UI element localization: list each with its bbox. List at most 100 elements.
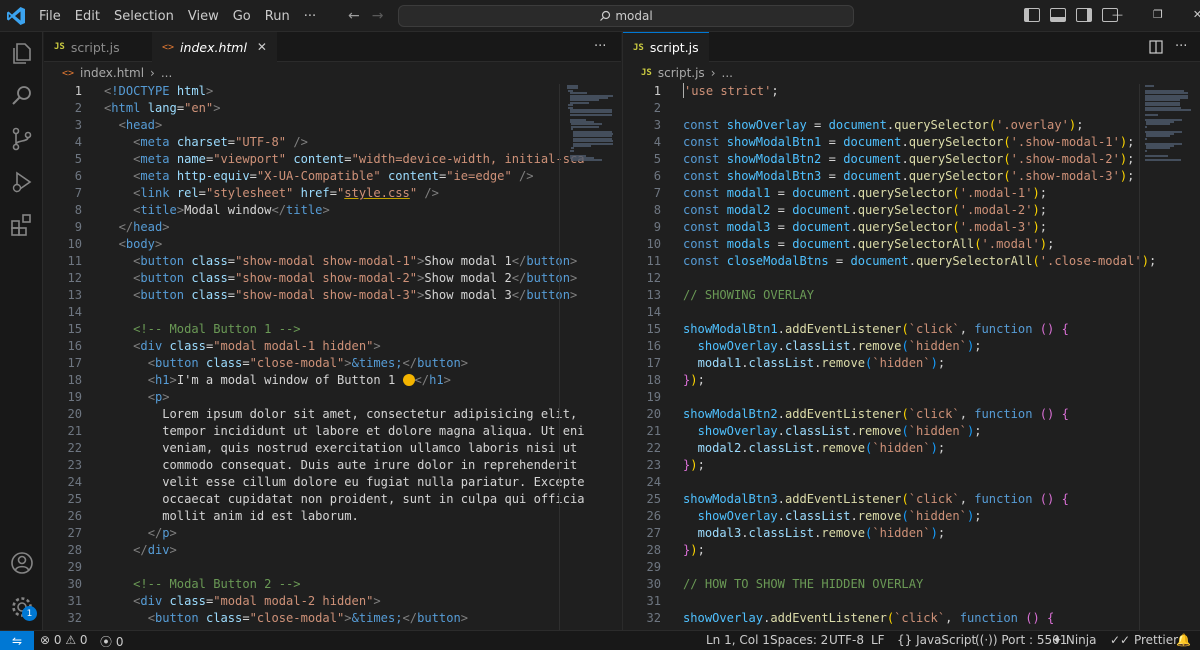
source-control-icon[interactable] xyxy=(9,126,35,152)
code-line[interactable]: 22 veniam, quis nostrud exercitation ull… xyxy=(44,440,621,457)
code-line[interactable]: 21 showOverlay.classList.remove(`hidden`… xyxy=(623,423,1200,440)
code-line[interactable]: 10 <body> xyxy=(44,236,621,253)
menu-view[interactable]: View xyxy=(188,9,219,24)
code-line[interactable]: 11 const closeModalBtns = document.queryS… xyxy=(623,253,1200,270)
code-line[interactable]: 21 tempor incididunt ut labore et dolore… xyxy=(44,423,621,440)
code-line[interactable]: 17 modal1.classList.remove(`hidden`); xyxy=(623,355,1200,372)
back-arrow-icon[interactable]: ← xyxy=(348,8,360,24)
code-line[interactable]: 6 const showModalBtn3 = document.querySel… xyxy=(623,168,1200,185)
code-line[interactable]: 29 xyxy=(623,559,1200,576)
prettier-status[interactable]: ✓✓ Prettier xyxy=(1110,633,1178,647)
end-of-line[interactable]: LF xyxy=(871,633,885,647)
code-line[interactable]: 5 const showModalBtn2 = document.querySel… xyxy=(623,151,1200,168)
code-line[interactable]: 20 showModalBtn2.addEventListener(`click`… xyxy=(623,406,1200,423)
minimap[interactable] xyxy=(1141,82,1199,182)
indentation[interactable]: Spaces: 2 xyxy=(770,633,828,647)
code-line[interactable]: 32 showOverlay.addEventListener(`click`, … xyxy=(623,610,1200,627)
breadcrumb-symbols[interactable]: ... xyxy=(722,66,733,80)
code-line[interactable]: 30 // HOW TO SHOW THE HIDDEN OVERLAY xyxy=(623,576,1200,593)
toggle-primary-sidebar-icon[interactable] xyxy=(1024,8,1040,22)
code-line[interactable]: 2 <html lang="en"> xyxy=(44,100,621,117)
code-line[interactable]: 27 modal3.classList.remove(`hidden`); xyxy=(623,525,1200,542)
menu-edit[interactable]: Edit xyxy=(75,9,100,24)
code-line[interactable]: 11 <button class="show-modal show-modal-… xyxy=(44,253,621,270)
account-icon[interactable] xyxy=(9,550,35,576)
restore-icon[interactable]: ❐ xyxy=(1153,8,1163,21)
code-line[interactable]: 9 </head> xyxy=(44,219,621,236)
code-line[interactable]: 17 <button class="close-modal">&times;</… xyxy=(44,355,621,372)
close-tab-icon[interactable]: ✕ xyxy=(257,40,267,54)
code-line[interactable]: 2 xyxy=(623,100,1200,117)
problems-indicator[interactable]: ⊗ 0 ⚠ 0 xyxy=(40,633,88,647)
code-line[interactable]: 31 <div class="modal modal-2 hidden"> xyxy=(44,593,621,610)
code-line[interactable]: 16 showOverlay.classList.remove(`hidden`… xyxy=(623,338,1200,355)
code-line[interactable]: 4 <meta charset="UTF-8" /> xyxy=(44,134,621,151)
tab-index-html[interactable]: <> index.html ✕ xyxy=(152,32,277,62)
menu-go[interactable]: Go xyxy=(233,9,251,24)
code-line[interactable]: 28}); xyxy=(623,542,1200,559)
code-line[interactable]: 1 <!DOCTYPE html> xyxy=(44,83,621,100)
menu-run[interactable]: Run xyxy=(265,9,290,24)
more-actions-icon[interactable]: ··· xyxy=(1175,39,1187,54)
code-line[interactable]: 25 showModalBtn3.addEventListener(`click`… xyxy=(623,491,1200,508)
menu-selection[interactable]: Selection xyxy=(114,9,174,24)
code-line[interactable]: 24 xyxy=(623,474,1200,491)
code-line[interactable]: 22 modal2.classList.remove(`hidden`); xyxy=(623,440,1200,457)
code-line[interactable]: 13 // SHOWING OVERLAY xyxy=(623,287,1200,304)
close-window-icon[interactable]: ✕ xyxy=(1193,8,1200,21)
menu-file[interactable]: File xyxy=(39,9,61,24)
code-line[interactable]: 15 <!-- Modal Button 1 --> xyxy=(44,321,621,338)
code-line[interactable]: 9 const modal3 = document.querySelector('… xyxy=(623,219,1200,236)
code-line[interactable]: 32 <button class="close-modal">&times;</… xyxy=(44,610,621,627)
explorer-icon[interactable] xyxy=(9,40,35,66)
code-line[interactable]: 5 <meta name="viewport" content="width=d… xyxy=(44,151,621,168)
remote-indicator-icon[interactable]: ⇋ xyxy=(0,631,34,650)
ports-indicator[interactable]: ⦿ 0 xyxy=(100,633,123,650)
code-line[interactable]: 13 <button class="show-modal show-modal-… xyxy=(44,287,621,304)
code-line[interactable]: 24 velit esse cillum dolore eu fugiat nu… xyxy=(44,474,621,491)
code-line[interactable]: 6 <meta http-equiv="X-UA-Compatible" con… xyxy=(44,168,621,185)
language-mode[interactable]: {} JavaScript xyxy=(897,633,976,647)
breadcrumb-symbols[interactable]: ... xyxy=(161,66,172,80)
run-and-debug-icon[interactable] xyxy=(9,169,35,195)
notifications-bell-icon[interactable]: 🔔 xyxy=(1176,633,1191,647)
code-line[interactable]: 3 <head> xyxy=(44,117,621,134)
code-line[interactable]: 15 showModalBtn1.addEventListener(`click`… xyxy=(623,321,1200,338)
minimize-icon[interactable]: — xyxy=(1112,8,1123,21)
code-line[interactable]: 31 xyxy=(623,593,1200,610)
code-line[interactable]: 27 </p> xyxy=(44,525,621,542)
code-line[interactable]: 8 <title>Modal window</title> xyxy=(44,202,621,219)
menu-more[interactable]: ··· xyxy=(304,9,316,24)
code-line[interactable]: 16 <div class="modal modal-1 hidden"> xyxy=(44,338,621,355)
cursor-position[interactable]: Ln 1, Col 1 xyxy=(706,633,770,647)
code-line[interactable]: 14 xyxy=(44,304,621,321)
code-line[interactable]: 28 </div> xyxy=(44,542,621,559)
code-line[interactable]: 20 Lorem ipsum dolor sit amet, consectet… xyxy=(44,406,621,423)
code-line[interactable]: 8 const modal2 = document.querySelector('… xyxy=(623,202,1200,219)
code-line[interactable]: 1 'use strict'; xyxy=(623,83,1200,100)
code-line[interactable]: 23}); xyxy=(623,457,1200,474)
code-editor-index-html[interactable]: 1 <!DOCTYPE html> 2 <html lang="en"> 3 <head… xyxy=(44,82,621,630)
code-line[interactable]: 26 showOverlay.classList.remove(`hidden`… xyxy=(623,508,1200,525)
code-line[interactable]: 10 const modals = document.querySelectorA… xyxy=(623,236,1200,253)
more-actions-icon[interactable]: ··· xyxy=(594,39,606,54)
ninja-status[interactable]: ✦ Ninja xyxy=(1052,633,1096,647)
extensions-icon[interactable] xyxy=(9,212,35,238)
split-editor-icon[interactable] xyxy=(1149,40,1163,54)
code-line[interactable]: 18}); xyxy=(623,372,1200,389)
code-line[interactable]: 3 const showOverlay = document.querySelec… xyxy=(623,117,1200,134)
code-editor-script-js[interactable]: 1'use strict'; 2 3 const showOverlay = docu… xyxy=(623,82,1200,630)
code-line[interactable]: 7 <link rel="stylesheet" href="style.css… xyxy=(44,185,621,202)
code-line[interactable]: 12 <button class="show-modal show-modal-… xyxy=(44,270,621,287)
code-line[interactable]: 23 commodo consequat. Duis aute irure do… xyxy=(44,457,621,474)
code-line[interactable]: 18 <h1>I'm a modal window of Button 1 </… xyxy=(44,372,621,389)
code-line[interactable]: 12 xyxy=(623,270,1200,287)
tab-script-js[interactable]: JS script.js xyxy=(623,32,709,62)
code-line[interactable]: 19 <p> xyxy=(44,389,621,406)
toggle-panel-icon[interactable] xyxy=(1050,8,1066,22)
code-line[interactable]: 19 xyxy=(623,389,1200,406)
code-line[interactable]: 29 xyxy=(44,559,621,576)
code-line[interactable]: 4 const showModalBtn1 = document.querySel… xyxy=(623,134,1200,151)
code-line[interactable]: 7 const modal1 = document.querySelector('… xyxy=(623,185,1200,202)
forward-arrow-icon[interactable]: → xyxy=(372,8,384,24)
